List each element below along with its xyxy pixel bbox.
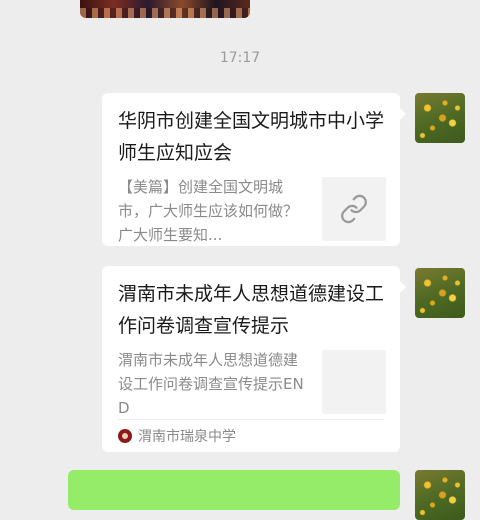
card-description: 渭南市未成年人思想道德建设工作问卷调查宣传提示END — [118, 351, 304, 417]
sender-avatar[interactable] — [415, 93, 465, 143]
card-thumbnail — [322, 350, 386, 414]
link-card-message[interactable]: 华阴市创建全国文明城市中小学师生应知应会 【美篇】创建全国文明城市，广大师生应该… — [102, 93, 406, 246]
card-title: 渭南市未成年人思想道德建设工作问卷调查宣传提示 — [118, 283, 385, 337]
card-title: 华阴市创建全国文明城市中小学师生应知应会 — [118, 110, 385, 164]
previous-image-message[interactable] — [80, 0, 250, 18]
card-source[interactable]: 渭南市瑞泉中学 — [118, 419, 384, 452]
sender-avatar[interactable] — [415, 268, 465, 318]
card-thumbnail — [322, 177, 386, 241]
card-body: 【美篇】创建全国文明城市，广大师生应该如何做？广大师生要知... — [118, 175, 386, 245]
card-body: 渭南市未成年人思想道德建设工作问卷调查宣传提示END — [118, 348, 386, 418]
link-icon — [341, 194, 367, 224]
card-description: 【美篇】创建全国文明城市，广大师生应该如何做？广大师生要知... — [118, 178, 299, 244]
sender-avatar[interactable] — [415, 470, 465, 520]
school-logo-icon — [118, 429, 132, 443]
source-name: 渭南市瑞泉中学 — [138, 429, 236, 445]
message-timestamp: 17:17 — [219, 50, 261, 66]
outgoing-message-bubble[interactable] — [68, 470, 400, 510]
article-card-message[interactable]: 渭南市未成年人思想道德建设工作问卷调查宣传提示 渭南市未成年人思想道德建设工作问… — [102, 266, 406, 452]
